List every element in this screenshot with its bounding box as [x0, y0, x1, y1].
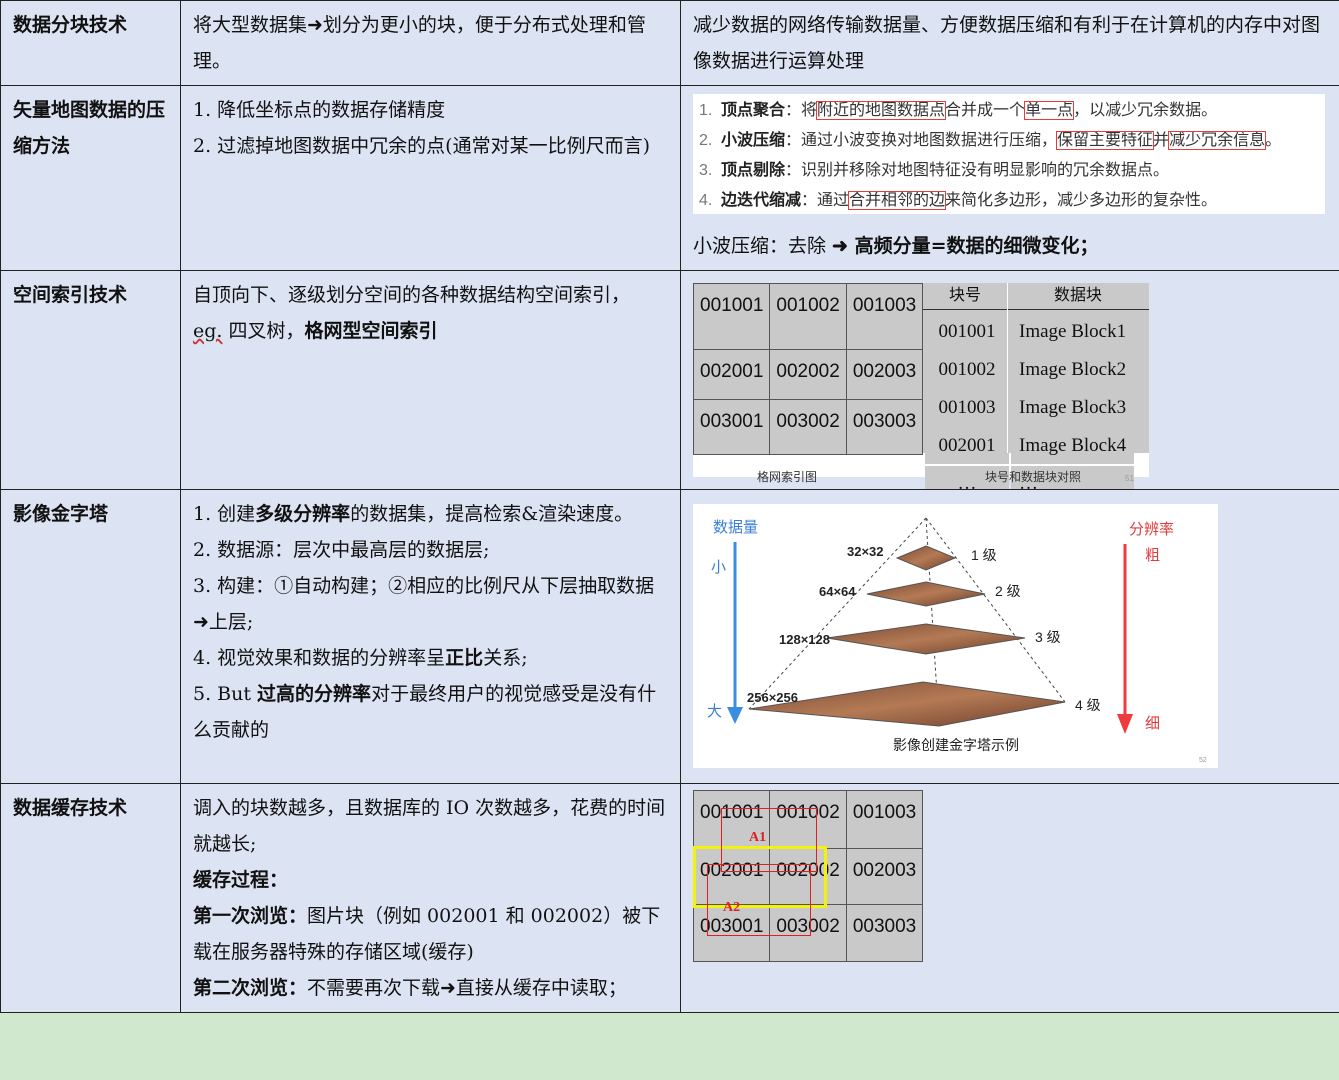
- row-detail: 1. 顶点聚合：将附近的地图数据点合并成一个单一点，以减少冗余数据。 2. 小波压缩…: [680, 85, 1339, 271]
- row-title: 空间索引技术: [0, 270, 181, 490]
- list-item: 1. 降低坐标点的数据存储精度: [193, 99, 446, 121]
- list-item: 2. 过滤掉地图数据中冗余的点(通常对某一比例尺而言): [193, 135, 650, 157]
- row-desc: 自顶向下、逐级划分空间的各种数据结构空间索引， eg. 四叉树，格网型空间索引: [180, 270, 681, 490]
- data-volume-label: 数据量: [713, 519, 758, 536]
- row-title: 数据缓存技术: [0, 783, 181, 1013]
- size-label: 128×128: [779, 632, 830, 647]
- coarse-label: 粗: [1145, 547, 1160, 564]
- compression-methods-image: 1. 顶点聚合：将附近的地图数据点合并成一个单一点，以减少冗余数据。 2. 小波压缩…: [693, 94, 1325, 214]
- wavelet-note: 小波压缩：去除 ➜ 高频分量=数据的细微变化；: [693, 235, 1099, 257]
- grid-index-image: 001001 001002 001003 002001 002002 002003 00…: [692, 283, 1149, 489]
- pyramid-caption: 影像创建金字塔示例: [893, 737, 1019, 753]
- cache-grid-image: 001001 001002 001003 002001 002002 002003 00…: [692, 790, 924, 962]
- large-label: 大: [707, 703, 722, 720]
- table-row: 数据缓存技术 调入的块数越多，且数据库的 IO 次数越多，花费的时间就越长; 缓…: [0, 783, 1339, 1013]
- list-item: 4. 边迭代缩减：通过合并相邻的边来简化多边形，减少多边形的复杂性。: [699, 191, 1218, 210]
- page-number: 51: [1125, 474, 1134, 483]
- first-browse: 第一次浏览：图片块（例如 002001 和 002002）被下载在服务器特殊的存…: [193, 905, 661, 963]
- list-item: 4. 视觉效果和数据的分辨率呈正比关系;: [193, 647, 528, 669]
- list-item: 5. But 过高的分辨率对于最终用户的视觉感受是没有什么贡献的: [193, 683, 657, 741]
- row-desc: 1. 降低坐标点的数据存储精度 2. 过滤掉地图数据中冗余的点(通常对某一比例尺…: [180, 85, 681, 271]
- second-browse: 第二次浏览：不需要再次下载➜直接从缓存中读取；: [193, 977, 627, 999]
- level-label: 1 级: [971, 547, 997, 563]
- list-item: 3. 构建：①自动构建；②相应的比例尺从下层抽取数据➜上层;: [193, 575, 655, 633]
- list-item: 2. 数据源：层次中最高层的数据层;: [193, 539, 490, 561]
- size-label: 256×256: [747, 690, 798, 705]
- level-label: 3 级: [1035, 629, 1061, 645]
- row-desc: 1. 创建多级分辨率的数据集，提高检索&渲染速度。 2. 数据源：层次中最高层的…: [180, 489, 681, 784]
- row-desc: 调入的块数越多，且数据库的 IO 次数越多，花费的时间就越长; 缓存过程： 第一…: [180, 783, 681, 1013]
- level-label: 2 级: [995, 583, 1021, 599]
- grid-caption: 格网索引图: [757, 470, 818, 484]
- list-item: 1. 顶点聚合：将附近的地图数据点合并成一个单一点，以减少冗余数据。: [699, 101, 1218, 120]
- size-label: 32×32: [847, 544, 884, 559]
- row-detail: 数据量 小 大 分辨率 粗 细 32×32 64×64 128×128 256×…: [680, 489, 1339, 784]
- process-title: 缓存过程：: [193, 869, 289, 891]
- level-label: 4 级: [1075, 697, 1101, 713]
- list-item: 3. 顶点剔除：识别并移除对地图特征没有明显影响的冗余数据点。: [699, 162, 1170, 179]
- lookup-caption: 块号和数据块对照: [985, 470, 1082, 484]
- row-detail: 减少数据的网络传输数据量、方便数据压缩和有利于在计算机的内存中对图像数据进行运算…: [680, 0, 1339, 86]
- grid-index-table: 001001 001002 001003 002001 002002 002003 00…: [692, 283, 924, 455]
- list-item: 1. 创建多级分辨率的数据集，提高检索&渲染速度。: [193, 503, 634, 525]
- table-row: 影像金字塔 1. 创建多级分辨率的数据集，提高检索&渲染速度。 2. 数据源：层…: [0, 489, 1339, 784]
- example-text: eg. 四叉树，格网型空间索引: [193, 320, 438, 342]
- desc-text: 自顶向下、逐级划分空间的各种数据结构空间索引，: [193, 284, 631, 306]
- image-pyramid-diagram: 数据量 小 大 分辨率 粗 细 32×32 64×64 128×128 256×…: [693, 504, 1218, 768]
- row-title: 影像金字塔: [0, 489, 181, 784]
- row-title: 矢量地图数据的压缩方法: [0, 85, 181, 271]
- block-lookup-table: 块号 数据块 001001 Image Block1 001002 Image Bl…: [923, 283, 1149, 489]
- row-detail: 001001 001002 001003 002001 002002 002003 00…: [680, 270, 1339, 490]
- table-row: 矢量地图数据的压缩方法 1. 降低坐标点的数据存储精度 2. 过滤掉地图数据中冗…: [0, 85, 1339, 271]
- row-desc: 将大型数据集➜划分为更小的块，便于分布式处理和管理。: [180, 0, 681, 86]
- small-label: 小: [711, 559, 726, 576]
- region-a1-box: [721, 808, 817, 872]
- region-a2-label: A2: [723, 900, 741, 915]
- desc-text: 调入的块数越多，且数据库的 IO 次数越多，花费的时间就越长;: [193, 797, 666, 855]
- region-a1-label: A1: [749, 830, 767, 845]
- row-title: 数据分块技术: [0, 0, 181, 86]
- list-item: 2. 小波压缩：通过小波变换对地图数据进行压缩，保留主要特征并减少冗余信息。: [699, 131, 1282, 150]
- content-table: 数据分块技术 将大型数据集➜划分为更小的块，便于分布式处理和管理。 减少数据的网…: [0, 0, 1339, 1013]
- table-row: 数据分块技术 将大型数据集➜划分为更小的块，便于分布式处理和管理。 减少数据的网…: [0, 0, 1339, 86]
- resolution-label: 分辨率: [1129, 521, 1174, 538]
- table-row: 空间索引技术 自顶向下、逐级划分空间的各种数据结构空间索引， eg. 四叉树，格…: [0, 270, 1339, 490]
- row-detail: 001001 001002 001003 002001 002002 002003 00…: [680, 783, 1339, 1013]
- page-number: 52: [1199, 757, 1207, 764]
- size-label: 64×64: [819, 584, 856, 599]
- fine-label: 细: [1145, 715, 1160, 732]
